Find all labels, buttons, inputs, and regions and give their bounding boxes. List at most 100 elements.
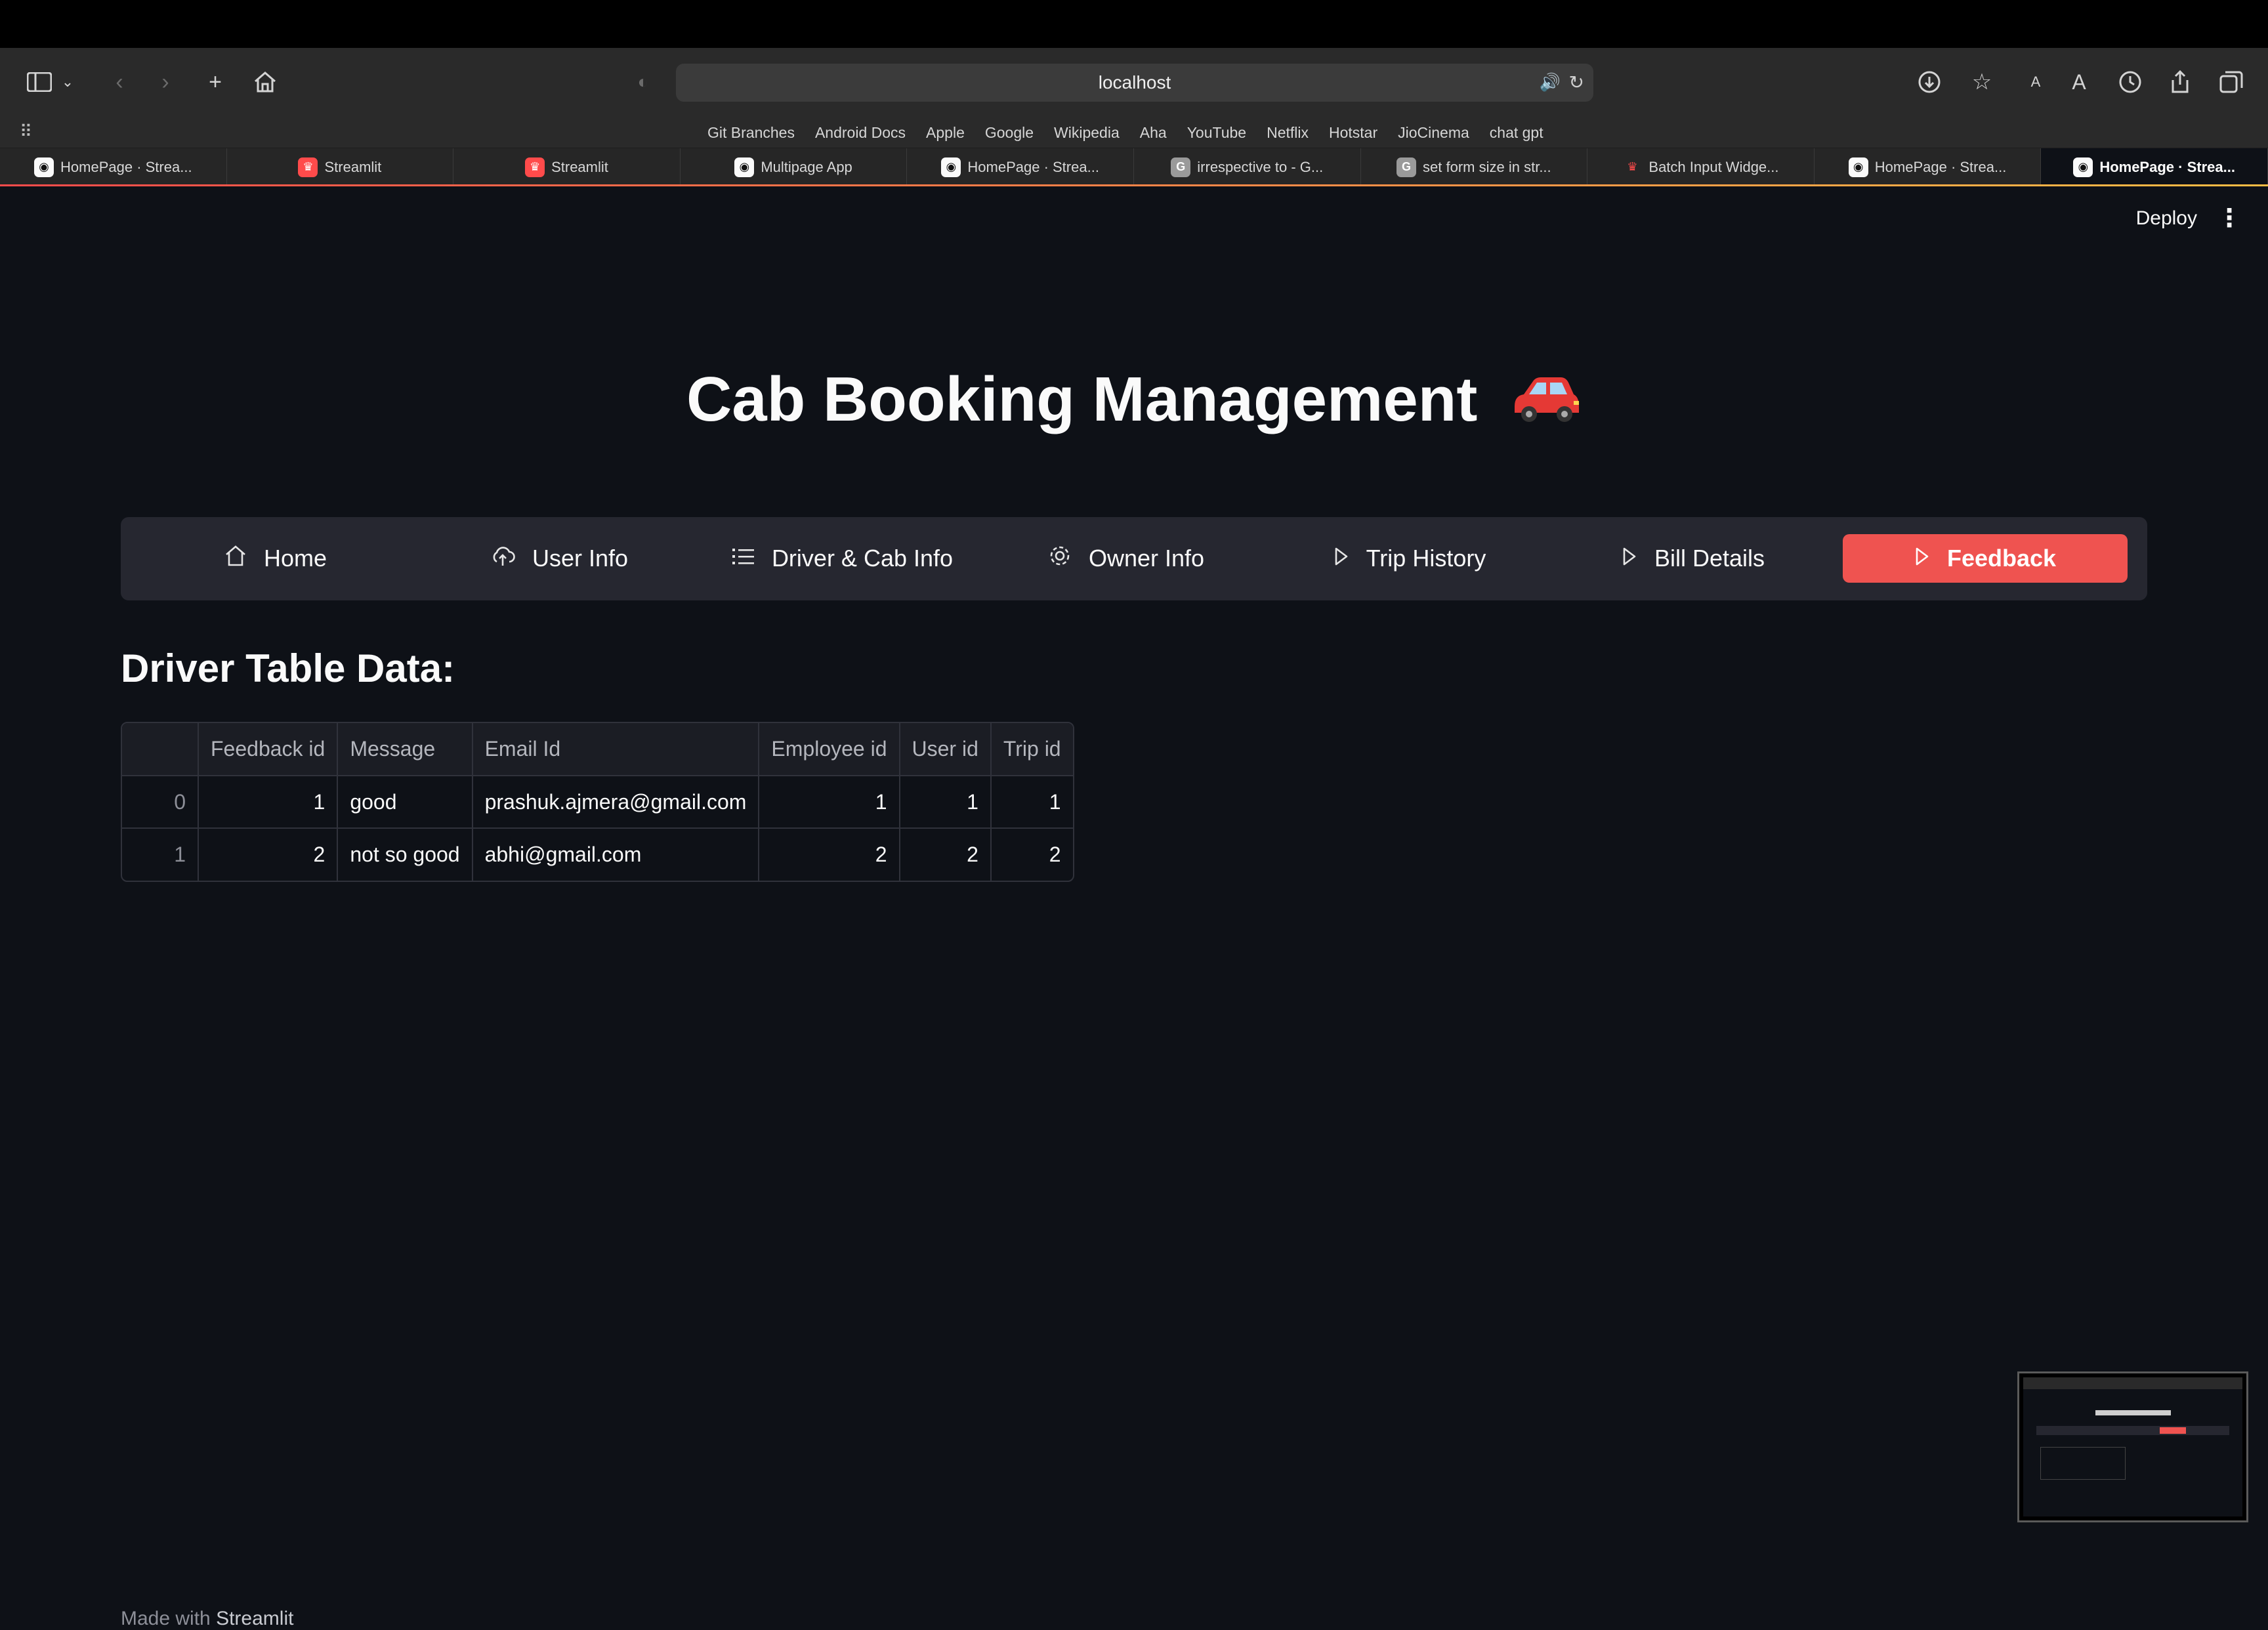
bookmark-chat-gpt[interactable]: chat gpt [1490,124,1544,142]
column-header[interactable]: Message [337,723,473,776]
apps-grid-icon[interactable]: ⠿ [20,121,32,142]
browser-tab[interactable]: ♛ Streamlit [226,148,454,186]
footer: Made with Streamlit [121,1608,293,1630]
bookmark-star-icon[interactable]: ☆ [1964,64,2000,100]
screen-top-bar [0,0,2268,48]
audio-icon[interactable]: 🔊 [1540,72,1561,93]
table-cell[interactable]: 1 [759,776,900,829]
tab-label: Streamlit [324,158,382,175]
bookmark-jiocinema[interactable]: JioCinema [1398,124,1469,142]
share-icon[interactable] [2162,64,2198,100]
tab-label: Streamlit [551,158,608,175]
privacy-shield-icon[interactable]: ◐ [625,64,662,100]
crown-icon: ♛ [1627,160,1638,173]
browser-tab[interactable]: ♛ Batch Input Widge... [1587,148,1815,186]
streamlit-red-icon: ♛ [525,157,545,177]
streamlit-red-icon: ♛ [298,157,318,177]
bookmark-youtube[interactable]: YouTube [1187,124,1246,142]
table-cell[interactable]: 2 [991,828,1073,881]
nav-label: Bill Details [1654,545,1765,572]
table-cell[interactable]: 2 [759,828,900,881]
text-smaller-icon[interactable]: A [2017,64,2054,100]
data-table[interactable]: Feedback id Message Email Id Employee id… [121,722,1074,882]
nav-home[interactable]: Home [134,534,417,583]
bookmark-apple[interactable]: Apple [926,124,965,142]
table-header-row: Feedback id Message Email Id Employee id… [122,723,1073,776]
table-row: 1 2 not so good abhi@gmail.com 2 2 2 [122,828,1073,881]
browser-tab[interactable]: ◉ HomePage · Strea... [907,148,1134,186]
tab-label: set form size in str... [1423,158,1551,175]
tab-label: Multipage App [761,158,852,175]
browser-tab[interactable]: ◉ HomePage · Strea... [0,148,227,186]
column-header[interactable]: User id [899,723,992,776]
browser-tab[interactable]: ◉ Multipage App [680,148,908,186]
tab-overview-icon[interactable] [2213,64,2250,100]
nav-trip-history[interactable]: Trip History [1268,534,1551,583]
browser-tab[interactable]: Gset form size in str... [1360,148,1588,186]
table-cell[interactable]: prashuk.ajmera@gmail.com [472,776,760,829]
list-icon [732,545,755,572]
bookmark-google[interactable]: Google [985,124,1034,142]
browser-tab[interactable]: Girrespective to - G... [1133,148,1361,186]
table-cell[interactable]: good [337,776,473,829]
thumbnail-nav [2036,1426,2229,1435]
bookmark-wikipedia[interactable]: Wikipedia [1054,124,1120,142]
nav-feedback[interactable]: Feedback [1843,534,2128,583]
new-tab-icon[interactable]: + [197,64,234,100]
nav-label: Owner Info [1088,545,1205,572]
table-cell[interactable]: 1 [990,776,1073,829]
table-row: 0 1 good prashuk.ajmera@gmail.com 1 1 1 [122,776,1073,829]
footer-prefix: Made with [121,1608,211,1629]
download-icon[interactable] [1911,64,1948,100]
table-cell[interactable]: 2 [899,828,992,881]
history-icon[interactable] [2112,64,2149,100]
bookmark-netflix[interactable]: Netflix [1267,124,1309,142]
nav-user-info[interactable]: User Info [417,534,701,583]
sidebar-toggle-icon[interactable] [21,64,58,100]
nav-owner-info[interactable]: Owner Info [984,534,1268,583]
column-header[interactable]: Feedback id [198,723,339,776]
car-icon [1515,377,1580,422]
tab-label: Batch Input Widge... [1648,158,1779,175]
streamlit-icon: ◉ [2073,157,2093,177]
back-icon[interactable]: ‹ [101,64,138,100]
browser-tab[interactable]: ◉ HomePage · Strea... [1814,148,2042,186]
streamlit-link[interactable]: Streamlit [216,1608,293,1629]
chevron-down-icon[interactable]: ⌄ [56,64,79,100]
nav-label: Trip History [1366,545,1486,572]
tab-label: HomePage · Strea... [967,158,1099,175]
nav-label: User Info [532,545,629,572]
thumbnail-chrome [2023,1377,2242,1389]
table-cell[interactable]: 2 [198,828,339,881]
column-header[interactable]: Trip id [990,723,1073,776]
column-header-index[interactable] [122,723,199,776]
table-cell[interactable]: not so good [337,828,473,881]
deploy-button[interactable]: Deploy [2136,207,2197,230]
browser-tab[interactable]: ♛ Streamlit [453,148,681,186]
bookmark-hotstar[interactable]: Hotstar [1329,124,1377,142]
table-cell[interactable]: abhi@gmail.com [472,828,760,881]
option-menu-nav: Home User Info Driver & Cab Info Owner I… [121,517,2147,600]
bookmark-git-branches[interactable]: Git Branches [707,124,795,142]
bookmark-aha[interactable]: Aha [1140,124,1167,142]
table-cell[interactable]: 1 [198,776,339,829]
home-icon[interactable] [247,64,284,100]
home-icon [224,545,247,573]
text-larger-icon[interactable]: A [2061,64,2097,100]
table-cell[interactable]: 1 [899,776,992,829]
forward-icon[interactable]: › [147,64,184,100]
column-header[interactable]: Employee id [759,723,900,776]
reload-icon[interactable]: ↻ [1569,72,1584,93]
column-header[interactable]: Email Id [472,723,760,776]
address-bar[interactable]: localhost 🔊 ↻ [676,64,1593,102]
screenshot-thumbnail[interactable] [2017,1371,2248,1522]
nav-bill-details[interactable]: Bill Details [1551,534,1835,583]
nav-driver-cab-info[interactable]: Driver & Cab Info [701,534,984,583]
bookmark-android-docs[interactable]: Android Docs [815,124,906,142]
tab-label: HomePage · Strea... [1874,158,2007,175]
main-menu-icon[interactable]: ⋮ [2217,203,2242,233]
browser-tab-active[interactable]: ◉ HomePage · Strea... [2041,148,2268,186]
streamlit-icon: ◉ [734,157,755,177]
play-icon [1334,545,1349,572]
page-title-text: Cab Booking Management [686,364,1478,434]
